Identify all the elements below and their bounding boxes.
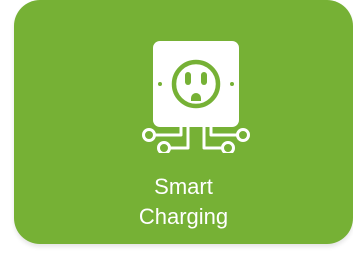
tile-label-line-2: Charging: [138, 204, 229, 229]
tile-label-line-1: Smart: [154, 174, 213, 199]
smart-outlet-circuit-icon: [142, 41, 250, 153]
